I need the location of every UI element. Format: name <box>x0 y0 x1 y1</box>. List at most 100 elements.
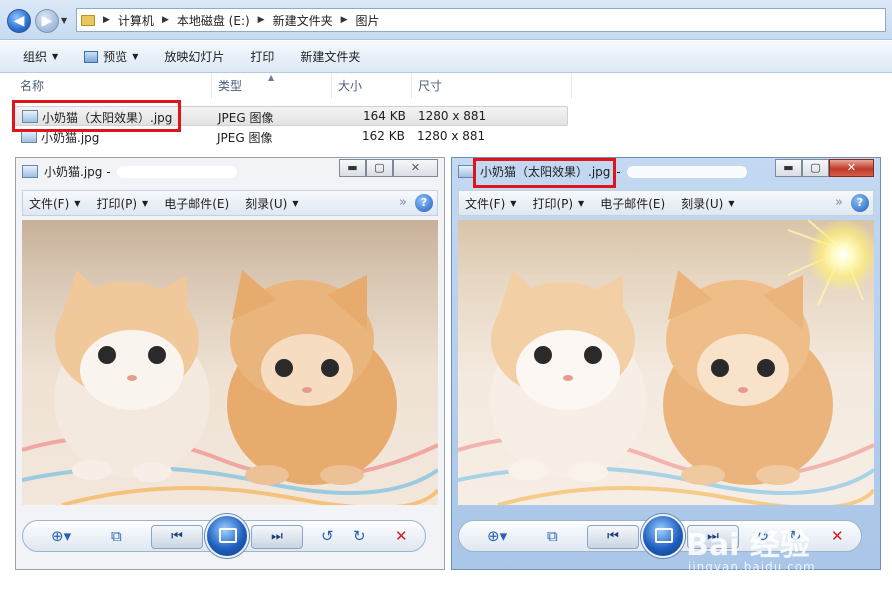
menu-email-label: 电子邮件(E) <box>600 196 666 211</box>
minimize-button[interactable]: ▬ <box>339 159 366 177</box>
window-title: 小奶猫.jpg - <box>22 163 237 180</box>
photo-display <box>22 220 438 505</box>
forward-button[interactable]: ▶ <box>35 9 59 33</box>
help-button[interactable]: ? <box>851 194 869 212</box>
watermark-url: jingyan.baidu.com <box>688 560 816 574</box>
photo-viewer-original: 小奶猫.jpg - ▬ ▢ ✕ 文件(F) ▼ 打印(P) ▼ 电子邮件(E) 刻录… <box>15 157 445 570</box>
breadcrumb-item-folder[interactable]: 新建文件夹 <box>273 12 333 29</box>
back-button[interactable]: ◀ <box>7 9 31 33</box>
highlight-box <box>473 158 616 188</box>
chevron-down-icon: ▼ <box>510 198 517 208</box>
menu-print-label: 打印(P) <box>532 196 574 211</box>
file-size: 164 KB <box>363 109 406 123</box>
rotate-left-button[interactable]: ↺ <box>321 527 334 545</box>
slideshow-icon <box>219 528 237 543</box>
chevron-down-icon: ▼ <box>52 52 59 61</box>
menu-burn[interactable]: 刻录(U) ▼ <box>245 195 298 212</box>
column-headers: 名称 ▲ 类型 大小 尺寸 <box>0 73 892 99</box>
preview-icon <box>84 50 99 63</box>
preview-button[interactable]: 预览 ▼ <box>71 48 151 65</box>
file-size: 162 KB <box>362 129 405 143</box>
menu-print[interactable]: 打印(P) ▼ <box>532 195 584 212</box>
delete-button[interactable]: ✕ <box>831 527 844 545</box>
window-title-text: 小奶猫.jpg - <box>44 165 111 179</box>
organize-label: 组织 <box>23 50 48 64</box>
previous-icon: ⏮ <box>171 529 183 544</box>
zoom-button[interactable]: ⊕▾ <box>487 527 507 545</box>
photo-viewer-icon <box>22 165 38 178</box>
close-button[interactable]: ✕ <box>393 159 438 177</box>
minimize-icon: ▬ <box>783 161 794 174</box>
slideshow-button[interactable]: 放映幻灯片 <box>151 48 237 65</box>
column-header-name[interactable]: 名称 <box>14 73 212 99</box>
fit-window-icon: ⧉ <box>111 527 122 545</box>
magnifier-icon: ⊕▾ <box>51 527 72 545</box>
menu-file[interactable]: 文件(F) ▼ <box>465 195 516 212</box>
print-label: 打印 <box>250 50 275 64</box>
help-button[interactable]: ? <box>415 194 433 212</box>
more-commands-icon[interactable]: » <box>399 195 407 210</box>
slideshow-play-button[interactable] <box>641 514 685 558</box>
menu-file-label: 文件(F) <box>465 196 506 211</box>
column-header-type[interactable]: 类型 <box>212 73 332 99</box>
slideshow-label: 放映幻灯片 <box>164 50 225 64</box>
previous-button[interactable]: ⏮ <box>151 525 203 549</box>
breadcrumb-separator-icon[interactable]: ▶ <box>258 15 265 25</box>
new-folder-button[interactable]: 新建文件夹 <box>287 48 373 65</box>
next-button[interactable]: ⏭ <box>251 525 303 549</box>
breadcrumb-item-pictures[interactable]: 图片 <box>356 12 380 29</box>
column-header-dimensions[interactable]: 尺寸 <box>412 73 572 99</box>
breadcrumb-item-computer[interactable]: 计算机 <box>118 12 154 29</box>
minimize-button[interactable]: ▬ <box>775 159 802 177</box>
breadcrumb[interactable]: ▶ 计算机 ▶ 本地磁盘 (E:) ▶ 新建文件夹 ▶ 图片 <box>76 8 886 32</box>
breadcrumb-separator-icon[interactable]: ▶ <box>103 15 110 25</box>
photo-viewer-sun-effect: 小奶猫（太阳效果）.jpg - ▬ ▢ ✕ 文件(F) ▼ 打印(P) ▼ 电子邮件… <box>451 157 881 570</box>
magnifier-icon: ⊕▾ <box>487 527 508 545</box>
chevron-down-icon: ▼ <box>292 198 299 208</box>
arrow-left-icon: ◀ <box>13 13 25 29</box>
breadcrumb-separator-icon[interactable]: ▶ <box>162 15 169 25</box>
fit-window-icon: ⧉ <box>547 527 558 545</box>
window-controls: ▬ ▢ ✕ <box>339 159 438 177</box>
print-button[interactable]: 打印 <box>237 48 287 65</box>
menu-file[interactable]: 文件(F) ▼ <box>29 195 80 212</box>
more-commands-icon[interactable]: » <box>835 195 843 210</box>
close-icon: ✕ <box>846 161 857 174</box>
breadcrumb-item-drive[interactable]: 本地磁盘 (E:) <box>177 12 250 29</box>
menu-print-label: 打印(P) <box>96 196 138 211</box>
redacted-region <box>116 165 237 178</box>
fit-window-button[interactable]: ⧉ <box>111 527 122 545</box>
menu-email[interactable]: 电子邮件(E) <box>164 195 229 212</box>
minimize-icon: ▬ <box>347 161 358 174</box>
folder-icon <box>81 14 95 26</box>
file-type: JPEG 图像 <box>217 131 273 145</box>
arrow-right-icon: ▶ <box>41 13 53 29</box>
file-dimensions: 1280 x 881 <box>418 109 487 123</box>
window-title-suffix: - <box>616 164 621 179</box>
zoom-button[interactable]: ⊕▾ <box>51 527 71 545</box>
menu-email[interactable]: 电子邮件(E) <box>600 195 665 212</box>
maximize-button[interactable]: ▢ <box>366 159 393 177</box>
maximize-button[interactable]: ▢ <box>802 159 829 177</box>
delete-icon: ✕ <box>395 527 408 545</box>
chevron-down-icon: ▼ <box>132 52 139 61</box>
column-header-size[interactable]: 大小 <box>332 73 412 99</box>
rotate-right-button[interactable]: ↻ <box>353 527 366 545</box>
slideshow-play-button[interactable] <box>205 514 249 558</box>
next-icon: ⏭ <box>271 529 283 544</box>
previous-icon: ⏮ <box>607 529 619 544</box>
close-button[interactable]: ✕ <box>829 159 874 177</box>
breadcrumb-separator-icon[interactable]: ▶ <box>341 15 348 25</box>
menu-print[interactable]: 打印(P) ▼ <box>96 195 148 212</box>
menu-burn[interactable]: 刻录(U) ▼ <box>681 195 734 212</box>
delete-button[interactable]: ✕ <box>395 527 408 545</box>
address-bar-area: ◀ ▶ ▼ ▶ 计算机 ▶ 本地磁盘 (E:) ▶ 新建文件夹 ▶ 图片 <box>0 0 892 40</box>
recent-pages-dropdown[interactable]: ▼ <box>61 16 67 25</box>
slideshow-icon <box>655 528 673 543</box>
organize-button[interactable]: 组织 ▼ <box>10 48 71 65</box>
new-folder-label: 新建文件夹 <box>300 50 361 64</box>
fit-window-button[interactable]: ⧉ <box>547 527 558 545</box>
command-bar: 组织 ▼ 预览 ▼ 放映幻灯片 打印 新建文件夹 <box>0 41 892 73</box>
previous-button[interactable]: ⏮ <box>587 525 639 549</box>
rotate-right-icon: ↻ <box>353 527 366 545</box>
